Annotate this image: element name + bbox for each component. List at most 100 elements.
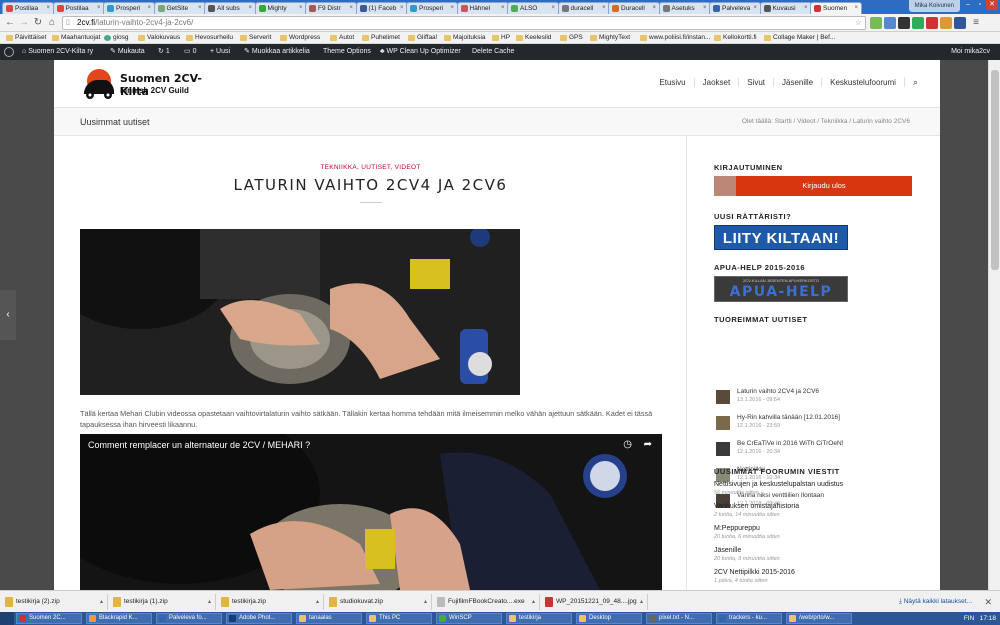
tab-close-icon[interactable]: × xyxy=(450,3,454,14)
taskbar-item[interactable]: Adobe Phot... xyxy=(226,613,292,624)
close-icon[interactable]: ✕ xyxy=(986,0,998,10)
taskbar-item[interactable]: /web/prto/w... xyxy=(786,613,852,624)
news-item[interactable]: Hy-Rin kahvilla tänään [12.01.2016] 12.1.… xyxy=(714,414,924,436)
tab-close-icon[interactable]: × xyxy=(703,3,707,14)
browser-tab[interactable]: (1) Faceb × xyxy=(355,2,408,14)
download-item[interactable]: WP_20151221_09_48....jpg ▴ xyxy=(542,594,648,610)
tab-close-icon[interactable]: × xyxy=(652,3,656,14)
scrollbar-thumb[interactable] xyxy=(991,70,999,270)
bookmark-item[interactable]: Hevosurheilu xyxy=(186,32,233,43)
menu-item-sivut[interactable]: Sivut xyxy=(738,78,765,87)
tab-close-icon[interactable]: × xyxy=(753,3,757,14)
tab-close-icon[interactable]: × xyxy=(349,3,353,14)
wp-account-link[interactable]: Moi mika2cv xyxy=(951,44,990,60)
download-item[interactable]: testikirja (1).zip ▴ xyxy=(110,594,216,610)
forum-item-title[interactable]: Nettisivujen ja keskustelupalstan uudist… xyxy=(714,481,924,488)
menu-item-etusivu[interactable]: Etusivu xyxy=(651,78,685,87)
tab-close-icon[interactable]: × xyxy=(602,3,606,14)
browser-tab[interactable]: Hähnel × xyxy=(456,2,509,14)
browser-tab[interactable]: Duracell × xyxy=(608,2,660,14)
wp-new-link[interactable]: + Uusi xyxy=(210,44,230,60)
chevron-up-icon[interactable]: ▴ xyxy=(316,594,319,610)
extension-icon[interactable] xyxy=(954,17,966,29)
browser-tab[interactable]: duracell × xyxy=(557,2,610,14)
download-item[interactable]: FujifilmFBookCreato....exe ▴ xyxy=(434,594,540,610)
logout-button[interactable]: Kirjaudu ulos xyxy=(736,176,912,196)
taskbar-item[interactable]: Suomen 2C... xyxy=(16,613,82,624)
search-icon[interactable]: ⌕ xyxy=(903,77,918,87)
bookmark-item[interactable]: Maahantuojat xyxy=(52,32,100,43)
browser-tab[interactable]: Mighty × xyxy=(254,2,307,14)
wp-optimizer-link[interactable]: ♣ WP Clean Up Optimizer xyxy=(380,44,461,60)
forum-item[interactable]: Vanhuksen omistajahistoria 2 tuntia, 14 m… xyxy=(714,503,924,518)
taskbar-item[interactable]: pixel.txt - N... xyxy=(646,613,712,624)
menu-icon[interactable]: ≡ xyxy=(970,17,982,29)
news-item-title[interactable]: Hy-Rin kahvilla tänään [12.01.2016] xyxy=(737,414,840,421)
taskbar-item[interactable]: Palveleva fo... xyxy=(156,613,222,624)
browser-tab[interactable]: Prosperi × xyxy=(406,2,458,14)
forum-item[interactable]: 2CV Nettipilkki 2015-2016 1 päivä, 4 tunt… xyxy=(714,569,924,584)
forum-item[interactable]: M:Peppureppu 20 tuntia, 6 minuuttia sitte… xyxy=(714,525,924,540)
extension-icon[interactable] xyxy=(940,17,952,29)
post-categories[interactable]: TEKNIIKKA, UUTISET, VIDEOT xyxy=(54,164,687,171)
wp-theme-options-link[interactable]: Theme Options xyxy=(323,44,371,60)
chevron-up-icon[interactable]: ▴ xyxy=(424,594,427,610)
bookmark-item[interactable]: Serverit xyxy=(240,32,271,43)
clock-icon[interactable]: ◷ xyxy=(623,439,632,450)
bookmark-item[interactable]: Wordpress xyxy=(280,32,320,43)
bookmark-item[interactable]: giosg xyxy=(104,32,129,43)
page-title[interactable]: Uusimmat uutiset xyxy=(80,117,150,127)
forum-item[interactable]: Nettisivujen ja keskustelupalstan uudist… xyxy=(714,481,924,496)
bookmark-item[interactable]: Päivittäiset xyxy=(6,32,46,43)
back-icon[interactable]: ← xyxy=(4,17,16,29)
browser-tab[interactable]: Prosperi × xyxy=(103,2,155,14)
browser-tab[interactable]: Suomen × xyxy=(810,2,862,14)
download-item[interactable]: testikirja (2).zip ▴ xyxy=(2,594,108,610)
browser-tab[interactable]: Palveleva × xyxy=(709,2,761,14)
bookmark-item[interactable]: Gliffaa! xyxy=(408,32,437,43)
browser-tab[interactable]: Asetuks × xyxy=(658,2,711,14)
system-tray[interactable]: FIN 17:18 xyxy=(964,612,996,625)
video-title[interactable]: Comment remplacer un alternateur de 2CV … xyxy=(88,440,310,450)
browser-tab[interactable]: F9 Distr × xyxy=(305,2,357,14)
bookmark-item[interactable]: MightyText xyxy=(590,32,630,43)
tab-close-icon[interactable]: × xyxy=(400,3,404,14)
wp-customize-link[interactable]: ✎ Mukauta xyxy=(110,44,145,60)
chevron-up-icon[interactable]: ▴ xyxy=(100,594,103,610)
tab-close-icon[interactable]: × xyxy=(854,3,858,14)
news-item[interactable]: Laturin vaihto 2CV4 ja 2CV6 13.1.2016 - 0… xyxy=(714,388,924,410)
join-button[interactable]: LIITY KILTAAN! xyxy=(714,225,848,250)
tab-close-icon[interactable]: × xyxy=(804,3,808,14)
browser-tab[interactable]: ALSO × xyxy=(507,2,559,14)
extension-icon[interactable] xyxy=(870,17,882,29)
tab-close-icon[interactable]: × xyxy=(551,3,555,14)
taskbar-item[interactable]: WinSCP xyxy=(436,613,502,624)
show-all-downloads-link[interactable]: ⤓ Näytä kaikki lataukset... xyxy=(899,594,972,610)
maximize-icon[interactable]: ▫ xyxy=(974,0,986,10)
forum-item-title[interactable]: 2CV Nettipilkki 2015-2016 xyxy=(714,569,924,576)
wp-cache-link[interactable]: Delete Cache xyxy=(472,44,514,60)
chevron-left-icon[interactable]: ‹ xyxy=(0,290,16,340)
share-icon[interactable]: ➦ xyxy=(644,439,652,450)
news-item[interactable]: Be CrEaTiVe in 2016 WiTh CiTrOeN! 12.1.20… xyxy=(714,440,924,462)
tab-close-icon[interactable]: × xyxy=(299,3,303,14)
taskbar-item[interactable]: Desktop xyxy=(576,613,642,624)
bookmark-item[interactable]: www.poliisi.fi/instan... xyxy=(640,32,710,43)
browser-tab[interactable]: All subs × xyxy=(204,2,256,14)
browser-tab[interactable]: Postilaa × xyxy=(52,2,105,14)
wp-edit-link[interactable]: ✎ Muokkaa artikkelia xyxy=(244,44,310,60)
minimize-icon[interactable]: – xyxy=(962,0,974,10)
bookmark-item[interactable]: Keelesild xyxy=(516,32,551,43)
forum-item[interactable]: Jäsenille 20 tuntia, 9 minuuttia sitten xyxy=(714,547,924,562)
bookmark-item[interactable]: GPS xyxy=(560,32,583,43)
wp-updates-link[interactable]: ↻ 1 xyxy=(158,44,170,60)
menu-item-jasenille[interactable]: Jäsenille xyxy=(773,78,814,87)
taskbar-item[interactable]: trackers - ku... xyxy=(716,613,782,624)
extension-icon[interactable] xyxy=(884,17,896,29)
browser-user-chip[interactable]: Mika Koivunen xyxy=(908,0,960,12)
wordpress-icon[interactable] xyxy=(4,47,14,57)
extension-icon[interactable] xyxy=(898,17,910,29)
tab-close-icon[interactable]: × xyxy=(248,3,252,14)
bookmark-item[interactable]: Puhelimet xyxy=(362,32,400,43)
extension-icon[interactable] xyxy=(912,17,924,29)
